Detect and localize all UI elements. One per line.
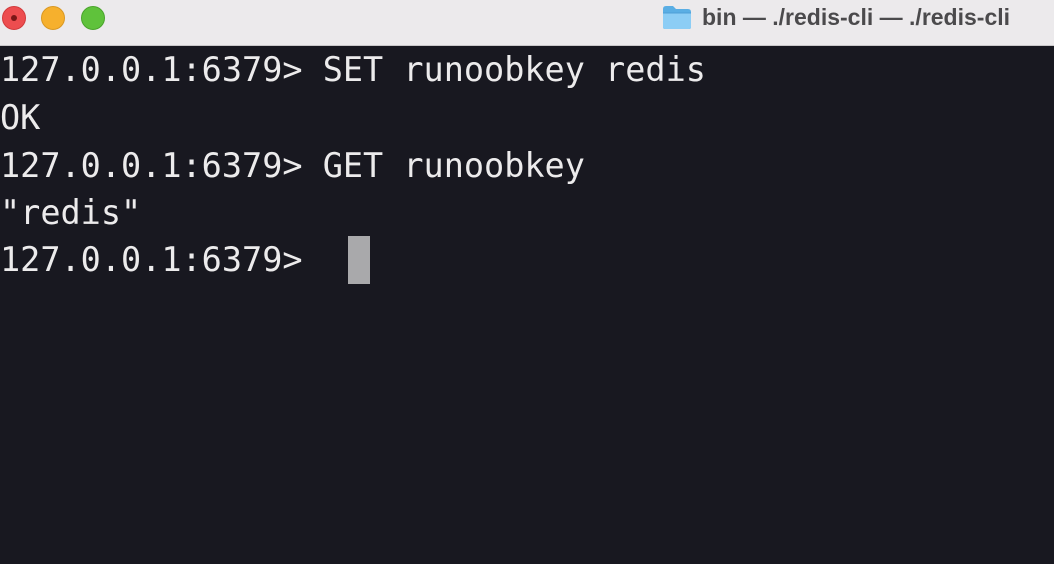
close-icon xyxy=(11,15,17,21)
window-title-text: bin — ./redis-cli — ./redis-cli xyxy=(702,4,1011,30)
terminal-prompt-line[interactable]: 127.0.0.1:6379> xyxy=(0,236,323,284)
terminal-line: OK xyxy=(0,98,41,137)
text-cursor xyxy=(348,236,370,284)
terminal-line: 127.0.0.1:6379> SET runoobkey redis xyxy=(0,50,706,89)
terminal-line: 127.0.0.1:6379> GET runoobkey xyxy=(0,146,585,185)
terminal-line: "redis" xyxy=(0,193,142,232)
close-button[interactable] xyxy=(2,6,26,30)
terminal-output[interactable]: 127.0.0.1:6379> SET runoobkey redis OK 1… xyxy=(0,46,1054,564)
folder-icon xyxy=(663,6,691,29)
terminal-window: bin — ./redis-cli — ./redis-cli 127.0.0.… xyxy=(0,0,1054,564)
minimize-button[interactable] xyxy=(41,6,65,30)
title-bar[interactable]: bin — ./redis-cli — ./redis-cli xyxy=(0,0,1054,46)
zoom-button[interactable] xyxy=(81,6,105,30)
